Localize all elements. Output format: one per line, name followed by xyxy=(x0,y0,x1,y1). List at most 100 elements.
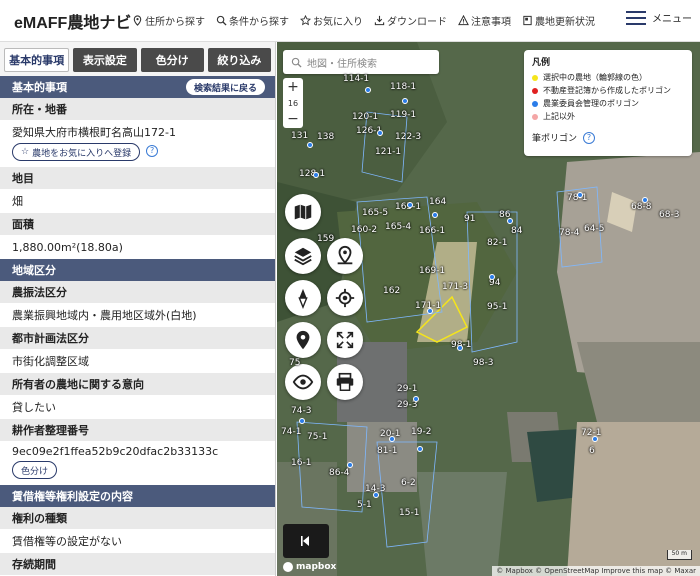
parcel-label[interactable]: 120-1 xyxy=(352,112,378,122)
map-view[interactable]: 地図・住所検索 + 16 − 凡例 選択中の農地（輪郭線の色） 不動産登記簿から… xyxy=(277,42,700,576)
nav-update-status[interactable]: 農地更新状況 xyxy=(522,13,595,28)
tab-display[interactable]: 表示設定 xyxy=(73,48,137,72)
tab-basic[interactable]: 基本的事項 xyxy=(4,48,70,72)
nav-address-search[interactable]: 住所から探す xyxy=(132,13,205,28)
parcel-label[interactable]: 84 xyxy=(511,226,522,236)
parcel-label[interactable]: 15-1 xyxy=(399,508,419,518)
address-value: 愛知県大府市横根町名高山172-1 xyxy=(12,126,176,139)
nav-favorites[interactable]: お気に入り xyxy=(300,13,363,28)
parcel-label[interactable]: 16-1 xyxy=(291,458,311,468)
current-location-button[interactable] xyxy=(327,280,363,316)
parcel-label[interactable]: 86-4 xyxy=(329,468,349,478)
favorite-register-button[interactable]: ☆ 農地をお気に入りへ登録 xyxy=(12,143,141,161)
parcel-label[interactable]: 29-1 xyxy=(397,384,417,394)
parcel-label[interactable]: 81-1 xyxy=(377,446,397,456)
parcel-label[interactable]: 160-2 xyxy=(351,225,377,235)
parcel-marker[interactable] xyxy=(402,98,408,104)
parcel-label[interactable]: 131 xyxy=(291,131,308,141)
parcel-marker[interactable] xyxy=(457,345,463,351)
parcel-marker[interactable] xyxy=(417,446,423,452)
help-icon[interactable]: ? xyxy=(146,144,159,157)
parcel-label[interactable]: 114-1 xyxy=(343,74,369,84)
tab-color[interactable]: 色分け xyxy=(140,48,204,72)
color-code-button[interactable]: 色分け xyxy=(12,461,58,479)
parcel-marker[interactable] xyxy=(407,202,413,208)
parcel-label[interactable]: 74-3 xyxy=(291,406,311,416)
parcel-label[interactable]: 119-1 xyxy=(390,110,416,120)
parcel-marker[interactable] xyxy=(365,87,371,93)
parcel-label[interactable]: 74-1 xyxy=(281,427,301,437)
parcel-label[interactable]: 78-4 xyxy=(559,228,579,238)
parcel-label[interactable]: 162 xyxy=(383,286,400,296)
back-to-results-button[interactable]: 検索結果に戻る xyxy=(185,79,265,95)
parcel-label[interactable]: 122-3 xyxy=(395,132,421,142)
parcel-label[interactable]: 6-2 xyxy=(401,478,416,488)
print-button[interactable] xyxy=(327,364,363,400)
parcel-marker[interactable] xyxy=(313,172,319,178)
parcel-label[interactable]: 165-4 xyxy=(385,222,411,232)
tab-filter[interactable]: 絞り込み xyxy=(207,48,271,72)
parcel-label[interactable]: 72-1 xyxy=(581,428,601,438)
nav-condition-search[interactable]: 条件から探す xyxy=(216,13,289,28)
parcel-marker[interactable] xyxy=(307,142,313,148)
parcel-label[interactable]: 6 xyxy=(589,446,595,456)
parcel-marker[interactable] xyxy=(377,130,383,136)
parcel-marker[interactable] xyxy=(489,274,495,280)
parcel-label[interactable]: 98-3 xyxy=(473,358,493,368)
parcel-label[interactable]: 164 xyxy=(429,197,446,207)
nav-notes[interactable]: 注意事項 xyxy=(458,13,511,28)
parcel-marker[interactable] xyxy=(432,212,438,218)
parcel-marker[interactable] xyxy=(347,462,353,468)
area-label: 面積 xyxy=(0,213,275,235)
basemap-button[interactable] xyxy=(285,194,321,230)
visibility-button[interactable] xyxy=(285,364,321,400)
noushin-value: 農業振興地域内・農用地区域外(白地) xyxy=(12,309,197,322)
menu-button[interactable]: メニュー xyxy=(626,10,692,25)
help-icon[interactable]: ? xyxy=(583,131,596,144)
parcel-marker[interactable] xyxy=(299,418,305,424)
app-logo[interactable]: eMAFF農地ナビ xyxy=(14,9,132,33)
zoom-in-button[interactable]: + xyxy=(287,79,299,95)
parcel-label[interactable]: 165-5 xyxy=(362,208,388,218)
parcel-label[interactable]: 68-3 xyxy=(659,210,679,220)
parcel-marker[interactable] xyxy=(592,436,598,442)
mapbox-logo[interactable]: mapbox xyxy=(283,562,336,572)
collapse-panel-button[interactable] xyxy=(283,524,329,558)
parcel-label[interactable]: 118-1 xyxy=(390,82,416,92)
layers-button[interactable] xyxy=(285,238,321,274)
nav-download[interactable]: ダウンロード xyxy=(374,13,447,28)
parcel-label[interactable]: 75-1 xyxy=(307,432,327,442)
parcel-marker[interactable] xyxy=(507,218,513,224)
parcel-label[interactable]: 19-2 xyxy=(411,427,431,437)
legend-dot xyxy=(532,100,538,107)
parcel-marker[interactable] xyxy=(427,308,433,314)
collapse-left-icon xyxy=(301,536,309,546)
parcel-label[interactable]: 82-1 xyxy=(487,238,507,248)
marker-button[interactable] xyxy=(285,322,321,358)
section-title: 賃借権等権利設定の内容 xyxy=(12,490,133,503)
parcel-marker[interactable] xyxy=(413,396,419,402)
printer-icon xyxy=(336,372,354,391)
parcel-label[interactable]: 121-1 xyxy=(375,147,401,157)
map-attribution[interactable]: © Mapbox © OpenStreetMap Improve this ma… xyxy=(492,566,700,576)
zoom-out-button[interactable]: − xyxy=(287,111,299,127)
parcel-label[interactable]: 138 xyxy=(317,132,334,142)
parcel-label[interactable]: 75 xyxy=(289,358,300,368)
compass-button[interactable] xyxy=(285,280,321,316)
parcel-marker[interactable] xyxy=(577,192,583,198)
parcel-label[interactable]: 64-5 xyxy=(584,224,604,234)
parcel-marker[interactable] xyxy=(389,436,395,442)
parcel-label[interactable]: 159 xyxy=(317,234,334,244)
parcel-label[interactable]: 169-1 xyxy=(419,266,445,276)
section-zoning-header: 地域区分 xyxy=(0,259,275,281)
parcel-label[interactable]: 166-1 xyxy=(419,226,445,236)
parcel-label[interactable]: 95-1 xyxy=(487,302,507,312)
parcel-marker[interactable] xyxy=(642,197,648,203)
parcel-label[interactable]: 68-8 xyxy=(631,202,651,212)
fullscreen-button[interactable] xyxy=(327,322,363,358)
parcel-label[interactable]: 5-1 xyxy=(357,500,372,510)
map-search-input[interactable]: 地図・住所検索 xyxy=(283,50,439,74)
parcel-label[interactable]: 171-3 xyxy=(442,282,468,292)
parcel-label[interactable]: 91 xyxy=(464,214,475,224)
parcel-marker[interactable] xyxy=(373,492,379,498)
